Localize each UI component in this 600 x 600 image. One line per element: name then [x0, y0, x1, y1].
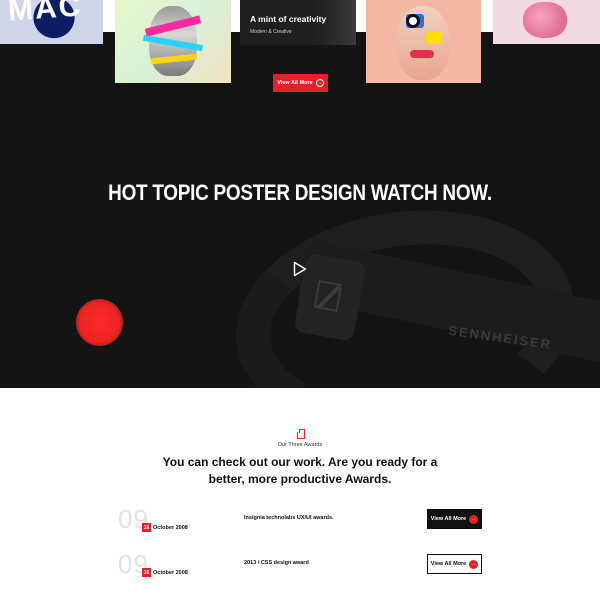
hero-title: HOT TOPIC POSTER DESIGN WATCH NOW.: [108, 180, 492, 205]
card-title: A mint of creativity: [250, 14, 327, 24]
button-label: View All More: [430, 516, 467, 522]
section-kicker: Our Three Awards: [277, 442, 323, 448]
crown-icon: [297, 429, 305, 439]
award-name: 2013 / CSS design award: [244, 560, 309, 566]
award-row-partial: [118, 593, 484, 600]
button-label: View All More: [430, 561, 467, 567]
award-name: Insignia technolabs UX/UI awards.: [244, 515, 334, 521]
sennheiser-logo-icon: [313, 280, 343, 312]
gallery-card-mint-of-creativity[interactable]: A mint of creativity Modern & Creative: [240, 0, 356, 45]
award-view-button[interactable]: View All More →: [427, 509, 482, 529]
arrow-right-icon: →: [469, 514, 479, 524]
awards-section: Our Three Awards You can check out our w…: [0, 388, 600, 600]
award-date: 16 October 2008: [142, 523, 188, 532]
play-video-button[interactable]: [283, 252, 317, 286]
award-month-year: October 2008: [153, 524, 188, 531]
award-day-badge: 16: [142, 568, 151, 577]
award-row: 09 16 October 2008 2013 / CSS design awa…: [118, 550, 484, 578]
section-heading: You can check out our work. Are you read…: [162, 455, 438, 486]
award-row: 09 16 October 2008 Insignia technolabs U…: [118, 505, 484, 533]
card-artwork: [523, 2, 567, 38]
video-hero: SENNHEISER HOT TOPIC POSTER DESIGN WATCH…: [0, 112, 600, 388]
award-date: 16 October 2008: [142, 568, 188, 577]
gallery-card-collage-face[interactable]: [366, 0, 481, 83]
arrow-right-icon: →: [469, 559, 479, 569]
arrow-right-icon: →: [315, 79, 324, 87]
gallery-card-glitch-statue[interactable]: [115, 0, 231, 83]
portfolio-gallery: MAC A mint of creativity Modern & Creati…: [0, 0, 600, 112]
award-view-button[interactable]: View All More →: [427, 554, 482, 574]
gallery-card-mac[interactable]: MAC: [0, 0, 103, 44]
button-label: View All More: [277, 80, 313, 86]
play-icon: [293, 261, 307, 277]
card-subtitle: Modern & Creative: [250, 29, 292, 35]
gallery-card-pink-blob[interactable]: [493, 0, 600, 44]
award-day-badge: 16: [142, 523, 151, 532]
award-month-year: October 2008: [153, 569, 188, 576]
view-all-more-button[interactable]: View All More →: [273, 74, 328, 92]
red-accent-dot: [76, 299, 123, 346]
